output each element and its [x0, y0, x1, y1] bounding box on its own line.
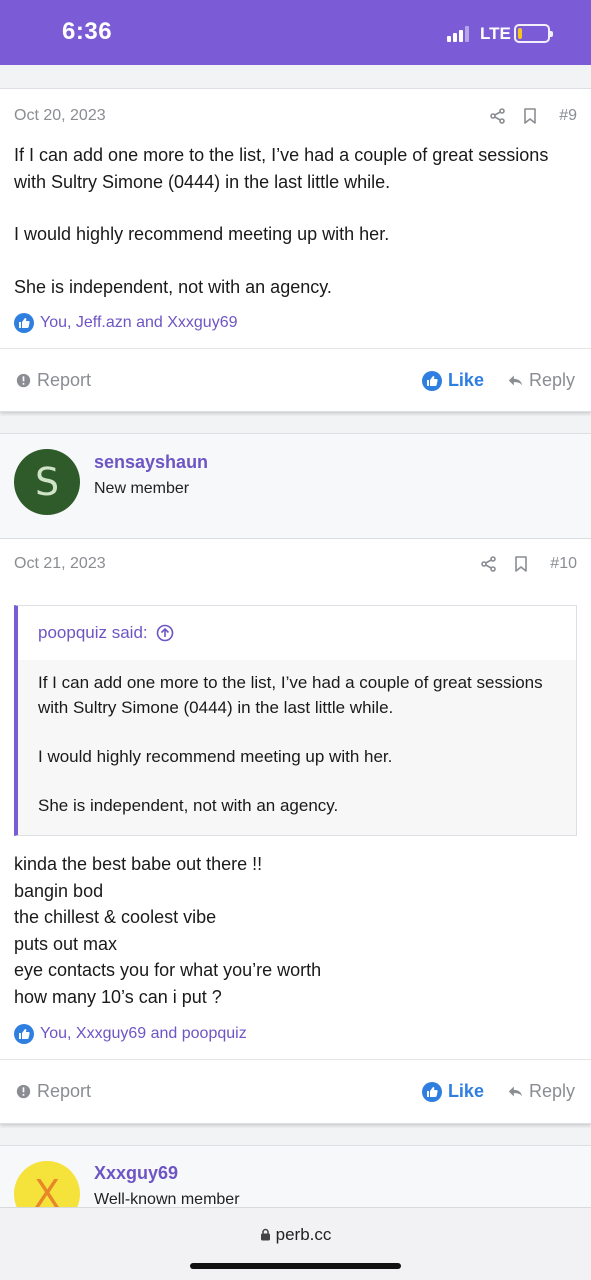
- post-10: Oct 21, 2023 #10 poopquiz said: If I can…: [0, 539, 591, 1124]
- report-label: Report: [37, 1081, 92, 1101]
- quote-author[interactable]: poopquiz said:: [38, 623, 148, 643]
- thumbs-up-icon: [421, 370, 442, 391]
- share-icon[interactable]: [489, 107, 507, 125]
- reactions-text[interactable]: You, Jeff.azn and Xxxguy69: [40, 314, 237, 332]
- home-indicator[interactable]: [190, 1263, 401, 1269]
- post-number[interactable]: #10: [550, 555, 577, 573]
- reply-label: Reply: [528, 1081, 575, 1101]
- post-line: puts out max: [14, 933, 118, 954]
- username[interactable]: Xxxguy69: [94, 1163, 178, 1184]
- post-number[interactable]: #9: [559, 107, 577, 125]
- reactions-text[interactable]: You, Xxxguy69 and poopquiz: [40, 1025, 247, 1043]
- post-line: the chillest & coolest vibe: [14, 907, 217, 927]
- post-10-user-header: S sensayshaun New member: [0, 433, 591, 539]
- url-display[interactable]: perb.cc: [0, 1225, 591, 1245]
- thumbs-up-icon: [14, 313, 34, 333]
- post-body: kinda the best babe out there !! bangin …: [14, 851, 577, 1010]
- reactions-summary[interactable]: You, Xxxguy69 and poopquiz: [14, 1023, 247, 1045]
- post-line: eye contacts you for what you’re worth: [14, 960, 322, 980]
- like-label: Like: [447, 370, 484, 390]
- post-line: how many 10’s can i put ?: [14, 986, 222, 1007]
- post-9: Oct 20, 2023 #9 If I can add one more to…: [0, 88, 591, 412]
- share-icon[interactable]: [480, 555, 498, 573]
- post-actions: Report Like Reply: [0, 348, 591, 412]
- post-line: kinda the best babe out there !!: [14, 854, 263, 874]
- report-label: Report: [37, 370, 92, 390]
- go-to-quote-arrow-icon[interactable]: [156, 624, 174, 642]
- quote-header[interactable]: poopquiz said:: [18, 606, 576, 660]
- alert-icon: [16, 373, 31, 388]
- quote-content: If I can add one more to the list, I’ve …: [18, 660, 576, 818]
- post-meta: Oct 21, 2023 #10: [14, 552, 577, 576]
- post-date[interactable]: Oct 21, 2023: [14, 555, 480, 573]
- thumbs-up-icon: [421, 1081, 442, 1102]
- bookmark-icon[interactable]: [521, 107, 539, 125]
- post-actions: Report Like Reply: [0, 1059, 591, 1123]
- url-text[interactable]: perb.cc: [276, 1225, 332, 1244]
- like-button[interactable]: Like: [421, 1081, 484, 1102]
- post-paragraph: She is independent, not with an agency.: [14, 276, 332, 297]
- browser-address-bar: perb.cc: [0, 1207, 591, 1280]
- post-meta: Oct 20, 2023 #9: [14, 104, 577, 128]
- reply-button[interactable]: Reply: [508, 370, 575, 391]
- reply-arrow-icon: [508, 1086, 523, 1097]
- thumbs-up-icon: [14, 1024, 34, 1044]
- quote-paragraph: She is independent, not with an agency.: [38, 796, 339, 815]
- like-label: Like: [447, 1081, 484, 1101]
- avatar-letter: S: [34, 460, 60, 504]
- network-type: LTE: [480, 24, 511, 43]
- quote-block: poopquiz said: If I can add one more to …: [14, 605, 577, 836]
- post-body: If I can add one more to the list, I’ve …: [14, 142, 577, 300]
- lock-icon: [260, 1228, 270, 1241]
- report-button[interactable]: Report: [16, 370, 422, 391]
- username[interactable]: sensayshaun: [94, 452, 208, 473]
- post-paragraph: I would highly recommend meeting up with…: [14, 224, 390, 244]
- like-button[interactable]: Like: [421, 370, 484, 391]
- report-button[interactable]: Report: [16, 1081, 422, 1102]
- reply-button[interactable]: Reply: [508, 1081, 575, 1102]
- status-time: 6:36: [62, 18, 113, 45]
- reply-label: Reply: [528, 370, 575, 390]
- post-11-user-header: X Xxxguy69 Well-known member: [0, 1145, 591, 1227]
- reply-arrow-icon: [508, 375, 523, 386]
- post-line: bangin bod: [14, 880, 104, 901]
- quote-paragraph: I would highly recommend meeting up with…: [38, 747, 393, 766]
- status-bar: 6:36 LTE: [0, 0, 591, 65]
- bookmark-icon[interactable]: [512, 555, 530, 573]
- avatar[interactable]: S: [14, 449, 80, 515]
- battery-icon: [514, 24, 553, 43]
- reactions-summary[interactable]: You, Jeff.azn and Xxxguy69: [14, 312, 237, 334]
- alert-icon: [16, 1084, 31, 1099]
- post-date[interactable]: Oct 20, 2023: [14, 107, 489, 125]
- battery-level: [518, 28, 522, 39]
- quote-paragraph: If I can add one more to the list, I’ve …: [38, 673, 543, 717]
- post-paragraph: If I can add one more to the list, I’ve …: [14, 145, 549, 192]
- cellular-signal-icon: [447, 26, 471, 42]
- user-title: New member: [94, 480, 190, 497]
